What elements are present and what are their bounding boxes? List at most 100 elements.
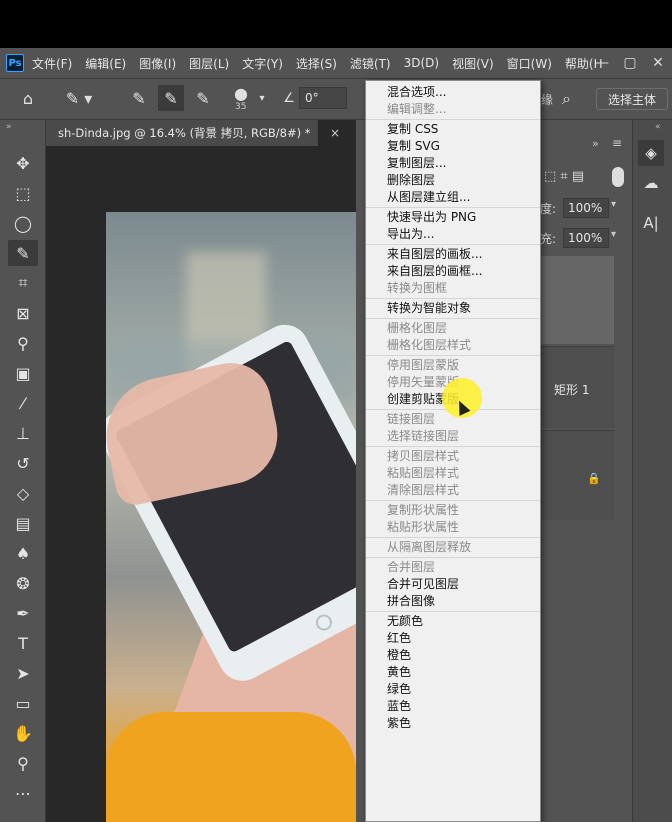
- opacity-input[interactable]: 100%: [563, 198, 609, 218]
- healing-brush-tool-icon[interactable]: ▣: [8, 360, 38, 386]
- layers-panel-icon[interactable]: ◈: [638, 140, 664, 166]
- clone-stamp-tool-icon[interactable]: ⊥: [8, 420, 38, 446]
- rectangle-tool-icon[interactable]: ▭: [8, 690, 38, 716]
- layer-row-background[interactable]: [541, 430, 614, 520]
- move-tool-icon[interactable]: ✥: [8, 150, 38, 176]
- quick-selection-tool-icon[interactable]: ✎: [8, 240, 38, 266]
- menu-item-color-none[interactable]: 无颜色: [366, 613, 540, 630]
- hand-tool-icon[interactable]: ✋: [8, 720, 38, 746]
- panel-menu-icon[interactable]: ≡: [612, 136, 622, 150]
- strip-collapse-icon[interactable]: «: [655, 122, 661, 132]
- opacity-dropdown-icon[interactable]: ▾: [611, 199, 616, 210]
- menu-filter[interactable]: 滤镜(T): [350, 55, 391, 72]
- menu-bar: Ps 文件(F) 编辑(E) 图像(I) 图层(L) 文字(Y) 选择(S) 滤…: [0, 48, 672, 78]
- brush-tool-icon[interactable]: ⁄: [8, 390, 38, 416]
- marquee-tool-icon[interactable]: ⬚: [8, 180, 38, 206]
- menu-view[interactable]: 视图(V): [452, 55, 494, 72]
- history-brush-tool-icon[interactable]: ↺: [8, 450, 38, 476]
- character-panel-icon[interactable]: A|: [638, 210, 664, 236]
- menu-item-convert-to-smart-object[interactable]: 转换为智能对象: [366, 300, 540, 317]
- menu-group-merge: 合并图层 合并可见图层 拼合图像: [366, 558, 540, 612]
- menu-item-color-orange[interactable]: 橙色: [366, 647, 540, 664]
- menu-item-color-violet[interactable]: 紫色: [366, 715, 540, 732]
- close-window-button[interactable]: ✕: [644, 55, 672, 71]
- menu-item-clear-layer-style: 清除图层样式: [387, 483, 460, 497]
- menu-group-blending: 混合选项... 编辑调整...: [366, 81, 540, 120]
- layer-filter-icons[interactable]: ⬚ ⌗ ▤: [544, 169, 584, 184]
- menu-group-colors: 无颜色 红色 橙色 黄色 绿色 蓝色 紫色: [366, 612, 540, 733]
- menu-item-blending-options[interactable]: 混合选项...: [366, 84, 540, 101]
- more-tools-icon[interactable]: ⋯: [8, 780, 38, 806]
- lasso-tool-icon[interactable]: ◯: [8, 210, 38, 236]
- path-selection-tool-icon[interactable]: ➤: [8, 660, 38, 686]
- blur-tool-icon[interactable]: ♠: [8, 540, 38, 566]
- menu-item-rasterize-layer-style: 栅格化图层样式: [387, 338, 472, 352]
- maximize-button[interactable]: ▢: [616, 55, 644, 71]
- menu-file[interactable]: 文件(F): [32, 55, 72, 72]
- menu-item-flatten-image[interactable]: 拼合图像: [366, 593, 540, 610]
- screen-top-black: [0, 0, 672, 48]
- angle-icon: ∠: [283, 90, 295, 106]
- menu-item-select-linked-layers: 选择链接图层: [387, 429, 460, 443]
- menu-item-frame-from-layers[interactable]: 来自图层的画框...: [366, 263, 540, 280]
- menu-group-smart-object: 转换为智能对象: [366, 299, 540, 319]
- pen-tool-icon[interactable]: ✒: [8, 600, 38, 626]
- menu-item-color-green[interactable]: 绿色: [366, 681, 540, 698]
- menu-image[interactable]: 图像(I): [139, 55, 176, 72]
- crop-tool-icon[interactable]: ⌗: [8, 270, 38, 296]
- menu-item-copy-css[interactable]: 复制 CSS: [366, 121, 540, 138]
- toolbar-collapse-icon[interactable]: »: [6, 122, 12, 132]
- minimize-button[interactable]: —: [588, 55, 616, 71]
- menu-item-copy-shape-attributes: 复制形状属性: [387, 503, 460, 517]
- opacity-label: 度:: [540, 201, 557, 216]
- photoshop-logo-icon: Ps: [6, 54, 24, 72]
- angle-input[interactable]: 0°: [299, 87, 347, 109]
- fill-dropdown-icon[interactable]: ▾: [611, 229, 616, 240]
- layer-name[interactable]: 矩形 1: [554, 381, 589, 398]
- tool-preset-picker[interactable]: ✎ ▾: [58, 85, 100, 111]
- brush-size-dropdown-icon[interactable]: ▾: [255, 85, 269, 111]
- new-selection-icon[interactable]: ✎: [126, 85, 152, 111]
- menu-item-quick-export-png[interactable]: 快速导出为 PNG: [366, 209, 540, 226]
- menu-item-copy-svg[interactable]: 复制 SVG: [366, 138, 540, 155]
- menu-item-duplicate-layer[interactable]: 复制图层...: [366, 155, 540, 172]
- eraser-tool-icon[interactable]: ◇: [8, 480, 38, 506]
- home-icon[interactable]: ⌂: [14, 85, 42, 111]
- document-tab[interactable]: sh-Dinda.jpg @ 16.4% (背景 拷贝, RGB/8#) *: [46, 120, 318, 146]
- menu-item-color-blue[interactable]: 蓝色: [366, 698, 540, 715]
- menu-type[interactable]: 文字(Y): [242, 55, 283, 72]
- menu-item-export-as[interactable]: 导出为...: [366, 226, 540, 243]
- menu-layer[interactable]: 图层(L): [189, 55, 229, 72]
- channels-panel-icon[interactable]: ☁: [638, 170, 664, 196]
- menu-select[interactable]: 选择(S): [296, 55, 337, 72]
- menu-edit[interactable]: 编辑(E): [85, 55, 126, 72]
- zoom-tool-icon[interactable]: ⚲: [8, 750, 38, 776]
- layer-filter-toggle[interactable]: [612, 167, 624, 187]
- document-photo[interactable]: [106, 212, 356, 822]
- add-to-selection-icon[interactable]: ✎: [158, 85, 184, 111]
- eyedropper-tool-icon[interactable]: ⚲: [8, 330, 38, 356]
- menu-window[interactable]: 窗口(W): [507, 55, 552, 72]
- fill-input[interactable]: 100%: [563, 228, 609, 248]
- frame-tool-icon[interactable]: ⊠: [8, 300, 38, 326]
- menu-item-group-from-layers[interactable]: 从图层建立组...: [366, 189, 540, 206]
- menu-item-artboard-from-layers[interactable]: 来自图层的画板...: [366, 246, 540, 263]
- gradient-tool-icon[interactable]: ▤: [8, 510, 38, 536]
- menu-item-merge-visible[interactable]: 合并可见图层: [366, 576, 540, 593]
- menu-item-rasterize-layer: 栅格化图层: [387, 321, 448, 335]
- subtract-selection-icon[interactable]: ✎: [190, 85, 216, 111]
- layer-row-selected[interactable]: [541, 256, 614, 344]
- menu-item-convert-to-frame: 转换为图框: [387, 281, 448, 295]
- menu-item-color-red[interactable]: 红色: [366, 630, 540, 647]
- menu-3d[interactable]: 3D(D): [404, 56, 439, 70]
- menu-item-delete-layer[interactable]: 删除图层: [366, 172, 540, 189]
- type-tool-icon[interactable]: T: [8, 630, 38, 656]
- window-controls: — ▢ ✕: [588, 48, 672, 78]
- panel-expand-icon[interactable]: »: [592, 137, 599, 150]
- select-subject-button[interactable]: 选择主体: [596, 88, 668, 110]
- search-icon[interactable]: ⌕: [562, 89, 571, 109]
- menu-item-color-yellow[interactable]: 黄色: [366, 664, 540, 681]
- document-tab-close-icon[interactable]: ×: [330, 126, 340, 140]
- dodge-tool-icon[interactable]: ❂: [8, 570, 38, 596]
- menu-group-copy: 复制 CSS 复制 SVG 复制图层... 删除图层 从图层建立组...: [366, 120, 540, 208]
